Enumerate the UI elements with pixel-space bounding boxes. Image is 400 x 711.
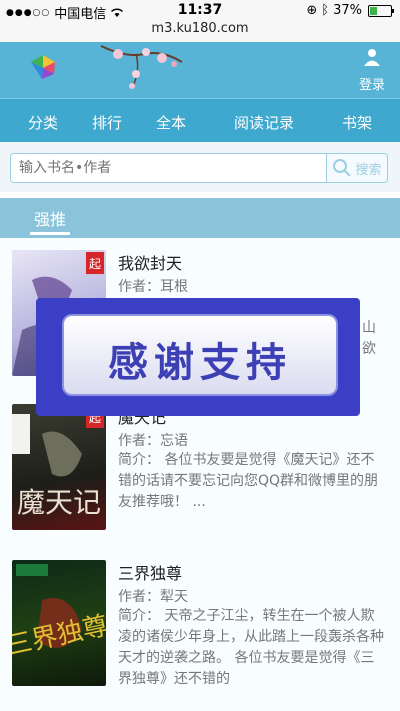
section-header: 强推	[0, 198, 400, 238]
svg-text:魔天记: 魔天记	[17, 486, 101, 519]
search-button[interactable]: 搜索	[326, 153, 388, 183]
blossom-decoration-icon	[100, 45, 183, 89]
login-label: 登录	[358, 78, 385, 93]
url-bar[interactable]: m3.ku180.com	[0, 20, 400, 42]
site-header	[0, 42, 400, 98]
book-cover[interactable]: 三界独尊	[12, 560, 106, 686]
thanks-overlay[interactable]: 感谢支持	[36, 298, 360, 416]
book-title[interactable]: 我欲封天	[118, 250, 182, 274]
section-underline	[30, 232, 70, 235]
user-icon	[364, 49, 380, 66]
nav-item-ranking[interactable]: 排行	[92, 112, 122, 133]
battery-percent: 37%	[333, 3, 362, 18]
thanks-overlay-panel: 感谢支持	[62, 314, 338, 396]
login-button[interactable]: 登录	[352, 48, 392, 93]
main-nav: 分类 排行 全本 阅读记录 书架	[0, 98, 400, 143]
search-area: 搜索	[0, 142, 400, 192]
section-title[interactable]: 强推	[34, 206, 66, 230]
nav-item-category[interactable]: 分类	[28, 112, 58, 133]
search-button-label: 搜索	[355, 162, 382, 178]
battery-fill	[370, 6, 377, 15]
book-summary: 简介： 天帝之子江尘，转生在一个被人欺凌的诸侯少年身上，从此踏上一段轰杀各种天才…	[118, 608, 384, 687]
site-logo-icon[interactable]	[30, 54, 56, 80]
list-item[interactable]: 三界独尊 三界独尊 作者：犁天 简介： 天帝之子江尘，转生在一个被人欺凌的诸侯少…	[0, 554, 400, 711]
book-author: 作者：忘语	[118, 433, 188, 449]
nav-item-bookshelf[interactable]: 书架	[342, 112, 372, 133]
nav-item-history[interactable]: 阅读记录	[234, 112, 294, 133]
status-right: ⊕ ᛒ 37%	[306, 3, 394, 18]
book-summary: 简介： 各位书友要是觉得《魔天记》还不错的话请不要忘记向您QQ群和微博里的朋友推…	[118, 452, 379, 510]
battery-icon	[368, 4, 394, 17]
search-input[interactable]	[10, 153, 326, 183]
book-cover[interactable]: 起 魔天记	[12, 404, 106, 530]
book-cover-art: 起 魔天记	[12, 406, 104, 519]
thanks-overlay-text: 感谢支持	[108, 340, 292, 386]
book-title[interactable]: 三界独尊	[118, 560, 182, 584]
book-author: 作者：耳根	[118, 279, 188, 295]
book-cover-art: 三界独尊	[12, 564, 106, 662]
rotation-lock-icon: ⊕	[306, 3, 318, 18]
bluetooth-icon: ᛒ	[321, 3, 330, 18]
svg-text:起: 起	[89, 257, 101, 271]
nav-item-complete[interactable]: 全本	[156, 112, 186, 133]
status-bar: ●●●○○ 中国电信 11:37 ⊕ ᛒ 37%	[0, 0, 400, 22]
list-item[interactable]: 起 魔天记 魔天记 作者：忘语 简介： 各位书友要是觉得《魔天记》还不错的话请不…	[0, 398, 400, 548]
book-author: 作者：犁天	[118, 589, 188, 605]
search-icon	[333, 159, 352, 177]
